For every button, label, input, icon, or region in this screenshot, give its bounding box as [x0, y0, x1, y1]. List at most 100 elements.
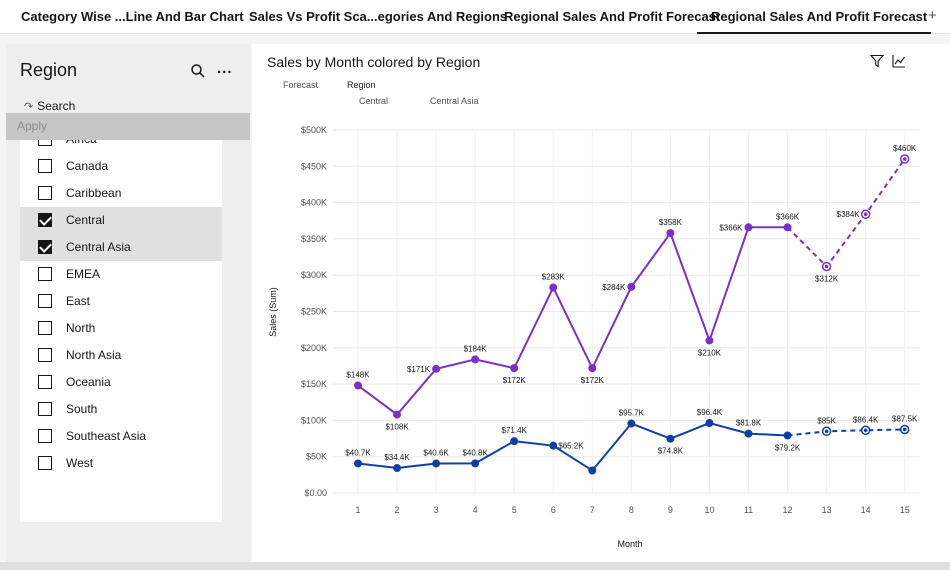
search-icon[interactable]: [189, 62, 207, 80]
region-label: South: [66, 402, 98, 416]
region-checkbox[interactable]: [38, 402, 52, 416]
region-item[interactable]: West: [20, 450, 222, 477]
region-label: Caribbean: [66, 186, 122, 200]
data-label: $40.6K: [423, 449, 449, 458]
region-item[interactable]: Central Asia: [20, 234, 222, 261]
collapse-icon: ↷: [24, 101, 34, 113]
region-label: EMEA: [66, 267, 101, 281]
region-checkbox[interactable]: [38, 429, 52, 443]
region-checkbox[interactable]: [38, 159, 52, 173]
data-point: [354, 381, 362, 390]
x-tick-label: 8: [629, 505, 634, 515]
data-label: $172K: [581, 376, 605, 385]
data-label: $171K: [407, 365, 431, 374]
data-point: [705, 336, 714, 345]
region-item[interactable]: Canada: [20, 153, 222, 180]
region-label: East: [66, 294, 91, 308]
tab-regional-sales-profit-forecast-1[interactable]: Regional Sales And Profit Forecast: [504, 0, 720, 34]
data-label: $87.5K: [892, 414, 918, 423]
data-point: [744, 223, 753, 232]
x-tick-label: 14: [861, 505, 871, 515]
region-item[interactable]: North: [20, 315, 222, 342]
region-item[interactable]: Oceania: [20, 369, 222, 396]
region-checkbox[interactable]: [38, 267, 52, 281]
x-tick-label: 1: [355, 505, 360, 515]
data-point: [588, 364, 597, 373]
y-tick-label: $350K: [301, 234, 327, 244]
data-point: [393, 410, 402, 419]
tab-sales-vs-profit-scatter[interactable]: Sales Vs Profit Sca...egories And Region…: [249, 0, 507, 34]
x-tick-label: 12: [783, 505, 793, 515]
tab-regional-sales-profit-forecast-2[interactable]: Regional Sales And Profit Forecast: [697, 0, 932, 34]
data-label: $284K: [602, 283, 626, 292]
x-axis-title: Month: [617, 539, 642, 549]
chart-panel: Sales by Month colored by Region Forecas…: [252, 44, 950, 562]
y-tick-label: $150K: [301, 379, 327, 389]
apply-button[interactable]: Apply: [6, 113, 250, 140]
data-label: $74.8K: [658, 447, 684, 456]
region-item[interactable]: East: [20, 288, 222, 315]
region-item[interactable]: Caribbean: [20, 180, 222, 207]
y-tick-label: $400K: [301, 198, 327, 208]
y-tick-label: $100K: [301, 415, 327, 425]
tab-category-wise-line-bar[interactable]: Category Wise ...Line And Bar Chart: [21, 0, 244, 34]
region-label: North Asia: [66, 348, 122, 362]
data-label: $71.4K: [502, 426, 528, 435]
region-item[interactable]: Southeast Asia: [20, 423, 222, 450]
sales-line-chart: $0.00 $50K $100K $150K $200K $250K $300K $350K $…: [268, 125, 920, 549]
bottom-scroll-bar: [0, 562, 950, 570]
x-tick-label: 15: [900, 505, 910, 515]
y-tick-label: $250K: [301, 307, 327, 317]
x-tick-label: 2: [395, 505, 400, 515]
region-checkbox[interactable]: [38, 348, 52, 362]
data-label: $85K: [817, 416, 836, 425]
region-checkbox[interactable]: [38, 240, 52, 254]
data-point: [783, 431, 792, 440]
data-label: $210K: [698, 349, 722, 358]
region-label: Africa: [66, 140, 97, 146]
region-checkbox[interactable]: [38, 186, 52, 200]
y-tick-label: $450K: [301, 161, 327, 171]
data-point: [783, 223, 792, 232]
region-label: North: [66, 321, 96, 335]
region-checkbox[interactable]: [38, 294, 52, 308]
region-checkbox[interactable]: [38, 456, 52, 470]
data-point: [666, 434, 675, 443]
add-tab-button[interactable]: +: [928, 0, 937, 34]
data-label: $108K: [385, 423, 409, 432]
region-label: Oceania: [66, 375, 111, 389]
data-point: [432, 364, 441, 373]
x-tick-label: 9: [668, 505, 673, 515]
search-toggle[interactable]: ↷ Search: [24, 99, 75, 113]
data-label: $384K: [837, 210, 861, 219]
data-label: $40.7K: [345, 448, 371, 457]
data-point: [393, 464, 402, 473]
region-label: Central: [66, 213, 105, 227]
region-label: West: [66, 456, 94, 470]
region-item[interactable]: EMEA: [20, 261, 222, 288]
data-label: $283K: [542, 273, 566, 282]
x-tick-label: 11: [744, 505, 753, 515]
data-label: $148K: [346, 371, 370, 380]
region-checkbox[interactable]: [38, 321, 52, 335]
region-item[interactable]: North Asia: [20, 342, 222, 369]
forecast-point-dot: [824, 264, 829, 269]
more-options-button[interactable]: ...: [217, 60, 233, 77]
y-tick-label: $300K: [301, 270, 327, 280]
data-point: [432, 459, 441, 468]
data-label: $366K: [719, 223, 743, 232]
region-item[interactable]: South: [20, 396, 222, 423]
region-checkbox[interactable]: [38, 213, 52, 227]
region-item[interactable]: Africa: [20, 140, 222, 153]
data-label: $312K: [815, 274, 839, 283]
x-tick-label: 7: [590, 505, 595, 515]
region-item[interactable]: Central: [20, 207, 222, 234]
data-label: $34.4K: [384, 453, 410, 462]
region-checkbox[interactable]: [38, 140, 52, 146]
region-checkbox[interactable]: [38, 375, 52, 389]
data-point: [354, 459, 362, 468]
x-tick-label: 5: [512, 505, 517, 515]
data-label: $358K: [659, 218, 683, 227]
data-label: $184K: [464, 344, 488, 353]
forecast-point-dot: [902, 157, 907, 161]
